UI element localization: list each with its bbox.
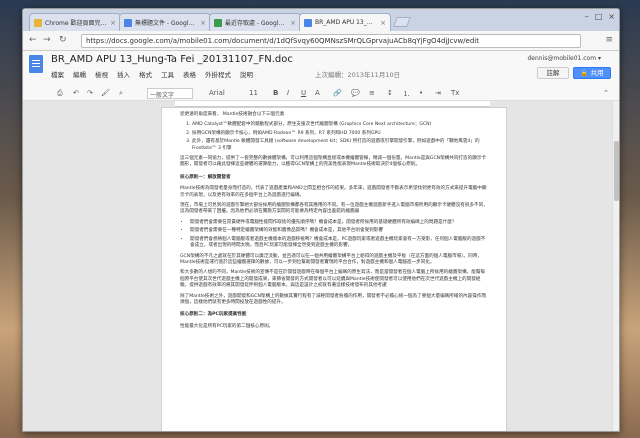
clear-format-icon[interactable]: Tx (451, 89, 459, 97)
menu-view[interactable]: 檢視 (95, 69, 108, 79)
redo-icon[interactable]: ↷ (87, 89, 93, 97)
share-label: 共用 (590, 69, 604, 77)
document-title[interactable]: BR_AMD APU 13_Hung-Ta Fei _20131107_FN.d… (51, 54, 293, 65)
tab-untitled-doc[interactable]: 無標題文件 - Google 文件 × (119, 13, 211, 31)
list-item: AMD Catalyst™軟體配套中的驅動程式部分，原生支援次世代繪圖架構 (G… (192, 122, 488, 128)
text-color-icon[interactable]: A (315, 89, 320, 97)
docs-home-icon[interactable] (29, 55, 43, 73)
bold-icon[interactable]: B (273, 89, 278, 97)
document-page[interactable]: 從更遠的角度來看， Mantle技術融合以下三個元素 AMD Catalyst™… (161, 107, 507, 431)
list-item: 此外，還有基於Mantle 軟體開發工具組 (software developm… (192, 139, 488, 152)
paint-format-icon[interactable]: 🖌 (101, 89, 110, 97)
tab-drive-recent[interactable]: 最近存取處 - Google 雲端硬碟 × (209, 13, 301, 31)
minimize-icon[interactable]: – (585, 12, 589, 21)
collapse-icon[interactable]: ⌃ (603, 89, 609, 97)
scrollbar-thumb[interactable] (614, 141, 619, 201)
size-select[interactable]: 11 (249, 89, 258, 97)
menu-edit[interactable]: 編輯 (73, 69, 86, 79)
menu-file[interactable]: 檔案 (51, 69, 64, 79)
align-icon[interactable]: ≡ (369, 89, 375, 97)
forward-arrow-icon[interactable]: → (43, 35, 51, 45)
drive-favicon-icon (214, 18, 222, 27)
list-item: 開發者們會需要在昂貴硬件或電腦性能間作取捨的優先順序嗎？機會成本是，開發者所採用… (190, 220, 488, 226)
maximize-icon[interactable]: □ (595, 12, 603, 21)
tab-strip: Chrome 歡迎頁面完成設定 × 無標題文件 - Google 文件 × 最近… (23, 9, 619, 31)
address-bar[interactable]: https://docs.google.com/a/mobile01.com/d… (81, 34, 581, 48)
undo-icon[interactable]: ↶ (73, 89, 79, 97)
chrome-favicon-icon (34, 18, 42, 27)
window-controls: – □ × (585, 12, 615, 21)
lock-icon: 🔒 (580, 69, 589, 77)
docs-favicon-icon (124, 18, 132, 27)
user-account[interactable]: dennis@mobile01.com ▾ (527, 55, 601, 62)
paragraph: 性能最大化是所有PC玩家的第二個核心原則。 (180, 323, 274, 329)
menu-format[interactable]: 格式 (139, 69, 152, 79)
tab-chrome-welcome[interactable]: Chrome 歡迎頁面完成設定 × (29, 13, 121, 31)
format-toolbar: ⎙ ↶ ↷ 🖌 ⌕ 一般文字 Arial 11 B I U A 🔗 💬 ≡ ↕ … (23, 87, 619, 101)
print-icon[interactable]: ⎙ (57, 89, 63, 98)
menu-addons[interactable]: 外掛程式 (205, 69, 231, 79)
close-tab-icon[interactable]: × (110, 19, 116, 27)
paragraph: Mantle技術為開發者量身而打造的，代表了遊戲產業和AMD之間互相合作的結果。… (180, 186, 487, 198)
back-arrow-icon[interactable]: ← (29, 35, 37, 45)
numbered-list-icon[interactable]: ⒈ (403, 89, 410, 99)
list-item: 開發者們會需要在一種特定繪圖架構的效能和圖像品質嗎？機會成本是，其他平台則會受到… (190, 228, 488, 234)
tab-label: BR_AMD APU 13_Hung-Ta Fei (315, 19, 377, 26)
tab-label: 無標題文件 - Google 文件 (135, 20, 197, 27)
menu-table[interactable]: 表格 (183, 69, 196, 79)
paragraph: 和大多數的人想的不同，Mantle技術的宣傳不是在於開發遊戲時在每個平台上編碼的… (180, 270, 486, 289)
vertical-scrollbar[interactable] (612, 101, 619, 431)
section-heading: 核心原則一：解放開發者 (180, 174, 231, 180)
underline-icon[interactable]: U (301, 89, 306, 97)
chrome-menu-icon[interactable]: ≡ (605, 35, 613, 45)
paragraph: 現在，市場上可見到的遊戲引擎絕大部份採用的繪圖架構都各有其應用的不同。有一位遊戲… (180, 203, 488, 215)
paragraph: GCN架構的不凡之處就在於其硬體可以廣泛流動，並且適可以在一個共用繪圖架構平台上… (180, 253, 482, 265)
close-tab-icon[interactable]: × (200, 19, 206, 27)
comment-icon[interactable]: 💬 (351, 89, 360, 97)
line-spacing-icon[interactable]: ↕ (387, 89, 393, 97)
close-window-icon[interactable]: × (608, 12, 615, 21)
comments-button[interactable]: 註解 (537, 67, 569, 79)
zoom-icon[interactable]: ⌕ (119, 89, 123, 98)
italic-icon[interactable]: I (287, 89, 289, 97)
document-canvas: 從更遠的角度來看， Mantle技術融合以下三個元素 AMD Catalyst™… (23, 101, 619, 431)
menu-insert[interactable]: 插入 (117, 69, 130, 79)
bulleted-list-icon[interactable]: • (419, 89, 423, 97)
close-tab-icon[interactable]: × (380, 19, 386, 27)
star-icon[interactable]: ☆ (201, 55, 209, 65)
docs-header: BR_AMD APU 13_Hung-Ta Fei _20131107_FN.d… (23, 51, 619, 87)
paragraph: 這三個元素一同協力，提供了一套完整的數據體架構，可以利用這個架構直接或本機繪圖管… (180, 156, 487, 168)
link-icon[interactable]: 🔗 (333, 89, 342, 97)
paragraph: 除了Mantle技術之外，遊戲開發和GCN架構上的數據其實行程有了減輕開發者負擔… (180, 293, 487, 305)
docs-favicon-icon (304, 18, 312, 27)
menu-bar: 檔案 編輯 檢視 插入 格式 工具 表格 外掛程式 說明 (51, 69, 253, 79)
tab-label: 最近存取處 - Google 雲端硬碟 (225, 20, 287, 27)
numbered-list: AMD Catalyst™軟體配套中的驅動程式部分，原生支援次世代繪圖架構 (G… (192, 122, 488, 152)
menu-help[interactable]: 說明 (240, 69, 253, 79)
tab-amd-doc[interactable]: BR_AMD APU 13_Hung-Ta Fei × (299, 13, 391, 31)
browser-toolbar: ← → ↻ https://docs.google.com/a/mobile01… (23, 31, 619, 51)
close-tab-icon[interactable]: × (290, 19, 296, 27)
menu-tools[interactable]: 工具 (161, 69, 174, 79)
font-select[interactable]: Arial (209, 89, 225, 97)
list-item: 開發者們會想將個人電腦版或者遊戲主機版本的遊戲移植嗎？機會成本是，PC遊戲玩家或… (190, 237, 488, 250)
last-edit-status[interactable]: 上次編輯：2013年11月10日 (315, 69, 400, 79)
style-select[interactable]: 一般文字 (147, 88, 193, 99)
bulleted-list: 開發者們會需要在昂貴硬件或電腦性能間作取捨的優先順序嗎？機會成本是，開發者所採用… (190, 220, 488, 250)
share-button[interactable]: 🔒 共用 (573, 67, 611, 79)
paragraph: 從更遠的角度來看， Mantle技術融合以下三個元素 (180, 112, 285, 117)
tab-label: Chrome 歡迎頁面完成設定 (45, 20, 107, 27)
reload-icon[interactable]: ↻ (59, 35, 67, 45)
new-tab-button[interactable] (393, 17, 411, 27)
browser-window: Chrome 歡迎頁面完成設定 × 無標題文件 - Google 文件 × 最近… (22, 8, 620, 432)
section-heading: 核心原則二：為PC玩家提高性能 (180, 312, 247, 318)
indent-icon[interactable]: ⇥ (435, 89, 441, 97)
list-item: 採用GCN架構的顯示卡核心，例如AMD Radeon™ R9 系列、R7 系列和… (192, 131, 488, 137)
